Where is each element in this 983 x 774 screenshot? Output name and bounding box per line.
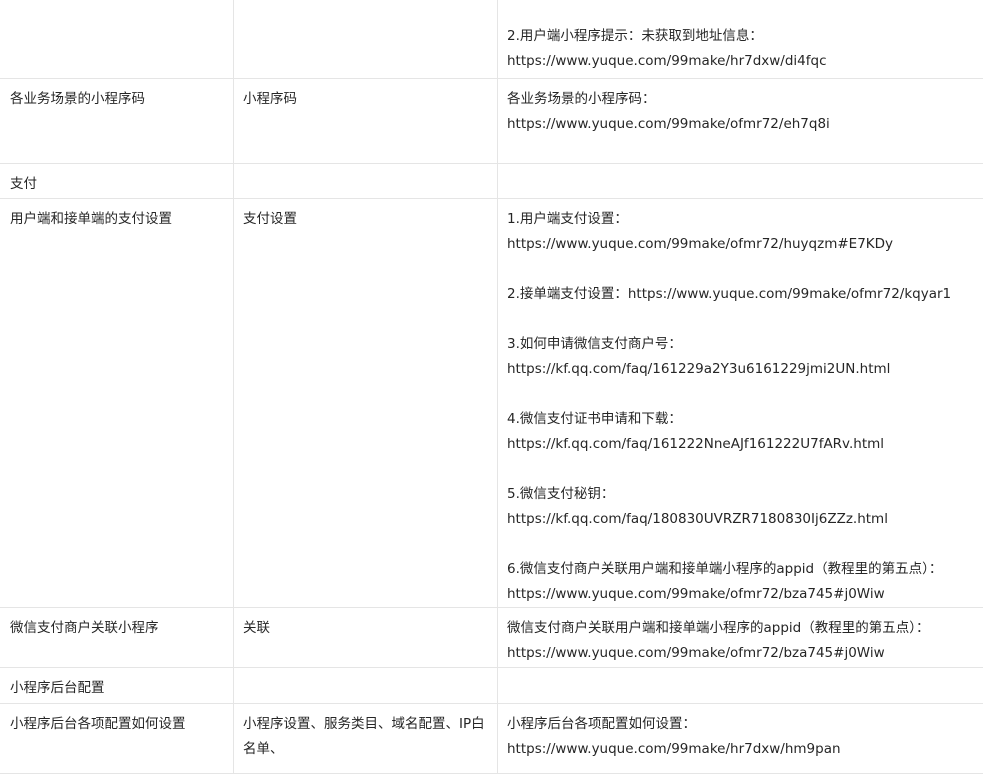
spacer xyxy=(507,532,974,557)
spacer xyxy=(507,382,974,407)
guide-link[interactable]: https://kf.qq.com/faq/161229a2Y3u6161229… xyxy=(507,357,974,382)
guide-line: 3.如何申请微信支付商户号： xyxy=(507,332,974,357)
guide-cell: 2.用户端小程序提示：未获取到地址信息： https://www.yuque.c… xyxy=(498,0,983,79)
setting-text: 关联 xyxy=(243,620,270,636)
guide-link[interactable]: https://kf.qq.com/faq/180830UVRZR7180830… xyxy=(507,507,974,532)
guide-line: 2.用户端小程序提示：未获取到地址信息： xyxy=(507,24,974,49)
setting-cell: 小程序设置、服务类目、域名配置、IP白名单、 xyxy=(234,704,498,774)
table-row: 各业务场景的小程序码 小程序码 各业务场景的小程序码： https://www.… xyxy=(1,79,983,164)
guide-line: 微信支付商户关联用户端和接单端小程序的appid（教程里的第五点）： xyxy=(507,616,974,641)
spacer xyxy=(507,457,974,482)
table-row: 2.用户端小程序提示：未获取到地址信息： https://www.yuque.c… xyxy=(1,0,983,79)
guide-cell: 各业务场景的小程序码： https://www.yuque.com/99make… xyxy=(498,79,983,164)
table-row: 小程序后台配置 xyxy=(1,668,983,704)
guide-cell xyxy=(498,164,983,199)
feature-cell: 微信支付商户关联小程序 xyxy=(1,608,234,668)
guide-line xyxy=(507,0,974,24)
section-title: 小程序后台配置 xyxy=(10,680,105,696)
setting-cell: 关联 xyxy=(234,608,498,668)
guide-cell: 小程序后台各项配置如何设置： https://www.yuque.com/99m… xyxy=(498,704,983,774)
table-row: 小程序后台各项配置如何设置 小程序设置、服务类目、域名配置、IP白名单、 小程序… xyxy=(1,704,983,774)
setting-cell: 支付设置 xyxy=(234,199,498,608)
feature-text: 小程序后台各项配置如何设置 xyxy=(10,716,186,732)
guide-link[interactable]: https://www.yuque.com/99make/hr7dxw/hm9p… xyxy=(507,737,974,762)
setting-cell xyxy=(234,668,498,704)
docs-table-body: 2.用户端小程序提示：未获取到地址信息： https://www.yuque.c… xyxy=(1,0,983,774)
guide-link[interactable]: https://www.yuque.com/99make/ofmr72/bza7… xyxy=(507,582,974,607)
guide-line: 6.微信支付商户关联用户端和接单端小程序的appid（教程里的第五点）： xyxy=(507,557,974,582)
setting-text: 小程序设置、服务类目、域名配置、IP白名单、 xyxy=(243,712,488,762)
spacer xyxy=(507,257,974,282)
guide-link[interactable]: https://www.yuque.com/99make/ofmr72/huyq… xyxy=(507,232,974,257)
guide-link[interactable]: 2.接单端支付设置：https://www.yuque.com/99make/o… xyxy=(507,282,974,307)
docs-table: 2.用户端小程序提示：未获取到地址信息： https://www.yuque.c… xyxy=(0,0,983,774)
guide-line: 小程序后台各项配置如何设置： xyxy=(507,712,974,737)
guide-line: 5.微信支付秘钥： xyxy=(507,482,974,507)
guide-line: 各业务场景的小程序码： xyxy=(507,87,974,112)
setting-text: 小程序码 xyxy=(243,91,297,107)
setting-cell xyxy=(234,164,498,199)
guide-line: 4.微信支付证书申请和下载： xyxy=(507,407,974,432)
guide-cell: 1.用户端支付设置： https://www.yuque.com/99make/… xyxy=(498,199,983,608)
feature-cell: 小程序后台各项配置如何设置 xyxy=(1,704,234,774)
guide-cell xyxy=(498,668,983,704)
feature-cell: 各业务场景的小程序码 xyxy=(1,79,234,164)
guide-link[interactable]: https://www.yuque.com/99make/ofmr72/eh7q… xyxy=(507,112,974,137)
guide-link[interactable]: https://kf.qq.com/faq/161222NneAJf161222… xyxy=(507,432,974,457)
setting-cell: 小程序码 xyxy=(234,79,498,164)
feature-text: 各业务场景的小程序码 xyxy=(10,91,145,107)
setting-text: 支付设置 xyxy=(243,211,297,227)
guide-line: 1.用户端支付设置： xyxy=(507,207,974,232)
feature-cell: 用户端和接单端的支付设置 xyxy=(1,199,234,608)
feature-cell: 支付 xyxy=(1,164,234,199)
section-title: 支付 xyxy=(10,176,37,192)
feature-text: 用户端和接单端的支付设置 xyxy=(10,211,172,227)
feature-cell: 小程序后台配置 xyxy=(1,668,234,704)
feature-text: 微信支付商户关联小程序 xyxy=(10,620,159,636)
setting-cell xyxy=(234,0,498,79)
table-row: 用户端和接单端的支付设置 支付设置 1.用户端支付设置： https://www… xyxy=(1,199,983,608)
guide-cell: 微信支付商户关联用户端和接单端小程序的appid（教程里的第五点）： https… xyxy=(498,608,983,668)
table-row: 支付 xyxy=(1,164,983,199)
feature-cell xyxy=(1,0,234,79)
spacer xyxy=(507,307,974,332)
guide-link[interactable]: https://www.yuque.com/99make/hr7dxw/di4f… xyxy=(507,49,974,74)
table-row: 微信支付商户关联小程序 关联 微信支付商户关联用户端和接单端小程序的appid（… xyxy=(1,608,983,668)
guide-link[interactable]: https://www.yuque.com/99make/ofmr72/bza7… xyxy=(507,641,974,666)
